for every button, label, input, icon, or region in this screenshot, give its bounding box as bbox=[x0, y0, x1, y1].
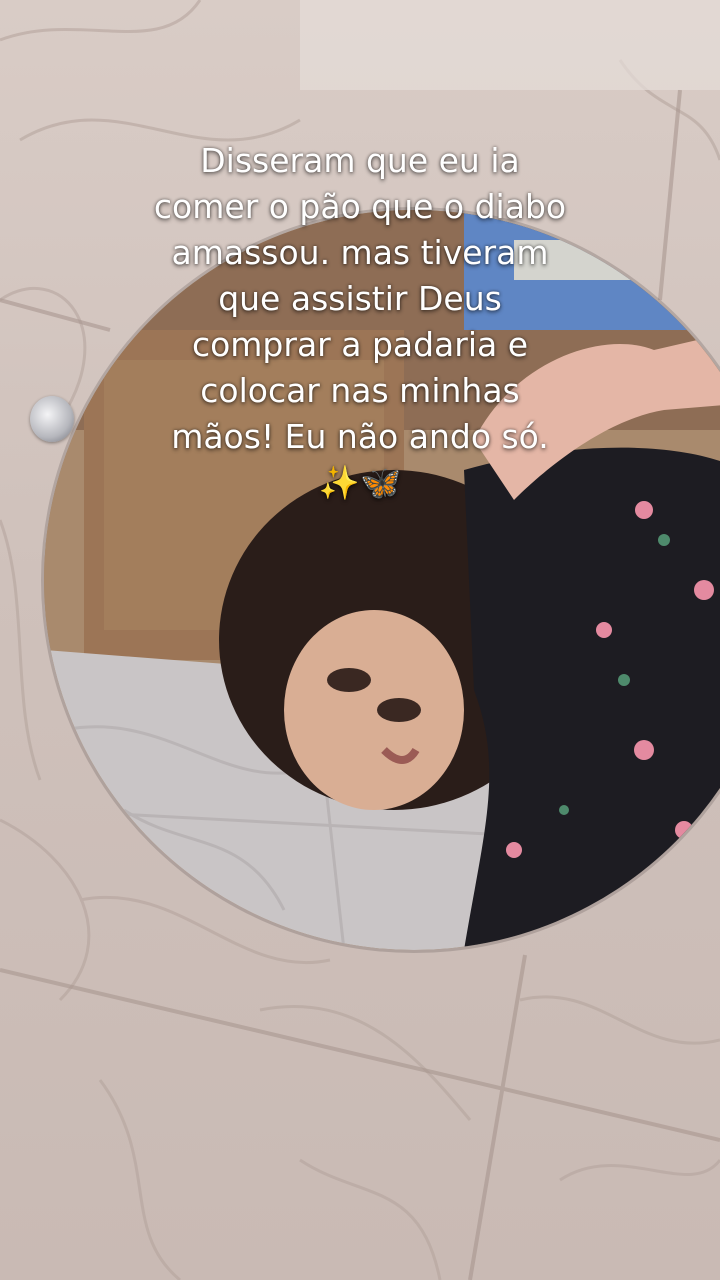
mirror-clip bbox=[30, 396, 74, 442]
caption-line: colocar nas minhas bbox=[200, 371, 520, 410]
caption-line: que assistir Deus bbox=[218, 279, 502, 318]
video-frame: Disseram que eu ia comer o pão que o dia… bbox=[0, 0, 720, 1280]
caption-line: comprar a padaria e bbox=[191, 325, 529, 364]
caption-line: mãos! Eu não ando só. bbox=[171, 417, 549, 456]
video-caption: Disseram que eu ia comer o pão que o dia… bbox=[130, 138, 590, 506]
caption-line: Disseram que eu ia bbox=[200, 141, 520, 180]
caption-emoji-line: ✨🦋 bbox=[318, 463, 402, 502]
caption-line: comer o pão que o diabo bbox=[153, 187, 567, 226]
caption-line: amassou. mas tiveram bbox=[171, 233, 549, 272]
